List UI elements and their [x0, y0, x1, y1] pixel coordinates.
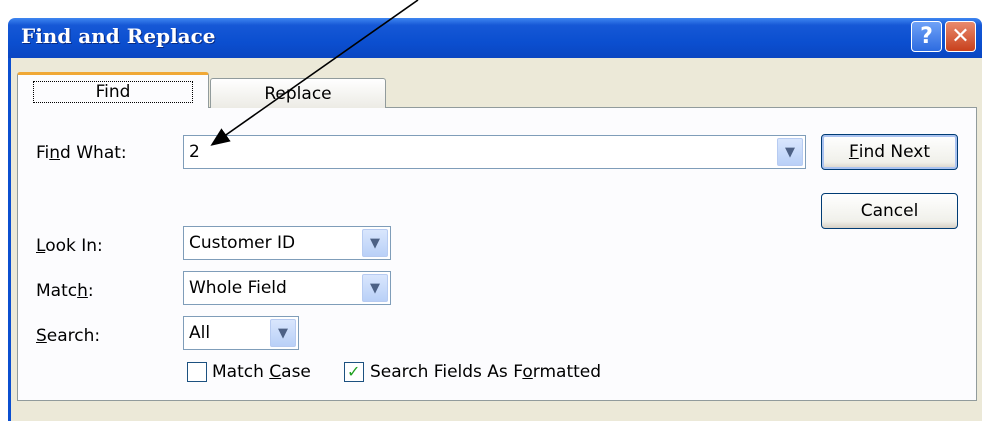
- tab-find[interactable]: Find: [17, 72, 209, 108]
- tab-find-label: Find: [32, 80, 194, 103]
- annotation-arrow: [210, 0, 419, 146]
